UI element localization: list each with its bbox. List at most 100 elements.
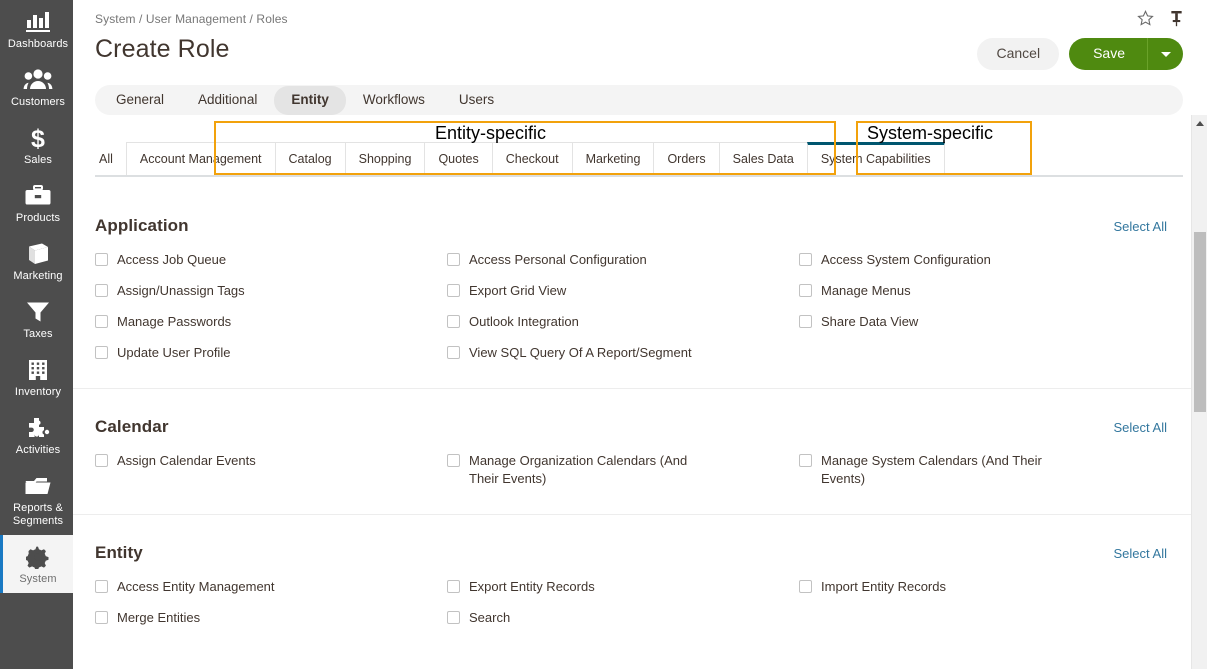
checkbox-icon[interactable] [447,253,460,266]
permission-checkbox-row[interactable]: Search [447,609,799,627]
breadcrumb-text: System / User Management / Roles [95,12,288,26]
main-sidebar: Dashboards Customers $ Sales Products Marketi… [0,0,73,669]
sidebar-item-label: System [19,573,57,585]
checkbox-icon[interactable] [799,580,812,593]
application-window: Dashboards Customers $ Sales Products Marketi… [0,0,1207,669]
entity-subtab-area: All Account Management Catalog Shopping Quot… [95,115,1183,177]
checkbox-icon[interactable] [447,346,460,359]
permission-checkbox-row[interactable]: Outlook Integration [447,313,799,331]
subtab-quotes[interactable]: Quotes [424,142,493,176]
permission-checkbox-row[interactable]: Export Entity Records [447,578,799,596]
checkbox-icon[interactable] [95,284,108,297]
checkbox-icon[interactable] [447,454,460,467]
permission-checkbox-row[interactable]: Share Data View [799,313,1167,331]
checkbox-icon[interactable] [799,454,812,467]
checkbox-grid: Assign Calendar Events Manage Organizatio… [95,437,1167,514]
subtab-shopping[interactable]: Shopping [344,142,426,176]
tab-general[interactable]: General [99,86,181,115]
vertical-scrollbar[interactable] [1191,115,1207,669]
sidebar-item-customers[interactable]: Customers [0,58,73,116]
permission-checkbox-row[interactable]: Manage Passwords [95,313,447,331]
permission-label: Manage Passwords [117,314,232,329]
sidebar-item-label: Reports & Segments [12,502,64,527]
permission-label: Assign/Unassign Tags [117,283,245,298]
select-all-link[interactable]: Select All [1114,546,1167,561]
caret-up-icon [1195,121,1204,126]
subtab-orders[interactable]: Orders [653,142,720,176]
tab-additional[interactable]: Additional [181,86,274,115]
checkbox-icon[interactable] [799,315,812,328]
tab-workflows[interactable]: Workflows [346,86,442,115]
permission-checkbox-row[interactable]: Assign Calendar Events [95,452,447,488]
subtab-marketing[interactable]: Marketing [571,142,655,176]
permission-label: Access System Configuration [821,252,991,267]
permission-label: Update User Profile [117,345,231,360]
permission-label: Assign Calendar Events [117,453,256,468]
tab-entity[interactable]: Entity [274,85,346,115]
permission-checkbox-row[interactable]: Export Grid View [447,282,799,300]
sidebar-item-label: Inventory [14,386,62,398]
subtab-system-capabilities[interactable]: System Capabilities [806,142,945,176]
permission-checkbox-row[interactable]: Access Personal Configuration [447,251,799,269]
checkbox-icon[interactable] [95,315,108,328]
section-header: Calendar Select All [95,389,1167,437]
checkbox-icon[interactable] [95,611,108,624]
bar-chart-icon [5,9,71,35]
select-all-link[interactable]: Select All [1114,219,1167,234]
scrollbar-thumb[interactable] [1194,232,1206,412]
pin-icon[interactable] [1169,10,1184,27]
checkbox-icon[interactable] [447,611,460,624]
subtab-all[interactable]: All [95,143,127,176]
permission-label: Manage Organization Calendars (And Their… [469,453,688,486]
permission-checkbox-row[interactable]: Update User Profile [95,344,447,362]
subtab-underline [95,175,1183,177]
sidebar-item-inventory[interactable]: Inventory [0,348,73,406]
subtab-sales-data[interactable]: Sales Data [718,142,808,176]
checkbox-icon[interactable] [799,253,812,266]
checkbox-icon[interactable] [95,253,108,266]
star-icon[interactable] [1137,10,1154,27]
subtab-account-management[interactable]: Account Management [125,142,276,176]
permission-section: Calendar Select All Assign Calendar Events… [73,389,1191,515]
permission-checkbox-row[interactable]: Assign/Unassign Tags [95,282,447,300]
sidebar-item-dashboards[interactable]: Dashboards [0,0,73,58]
subtab-checkout[interactable]: Checkout [491,142,573,176]
permission-label: Export Grid View [469,283,567,298]
book-icon [5,241,71,267]
chevron-down-icon [1160,51,1171,57]
permission-checkbox-row[interactable]: Access System Configuration [799,251,1167,269]
funnel-icon [5,299,71,325]
subtab-catalog[interactable]: Catalog [274,142,346,176]
permission-checkbox-row[interactable]: Access Job Queue [95,251,447,269]
checkbox-grid: Access Job Queue Access Personal Configur… [95,236,1167,388]
permission-checkbox-row[interactable]: Merge Entities [95,609,447,627]
scroll-up-button[interactable] [1192,115,1207,132]
checkbox-icon[interactable] [447,284,460,297]
sidebar-item-products[interactable]: Products [0,174,73,232]
sidebar-item-activities[interactable]: Activities [0,406,73,464]
save-options-button[interactable] [1147,38,1183,70]
checkbox-icon[interactable] [95,580,108,593]
checkbox-icon[interactable] [95,346,108,359]
sidebar-item-system[interactable]: System [0,535,73,593]
permission-checkbox-row[interactable]: Manage Menus [799,282,1167,300]
select-all-link[interactable]: Select All [1114,420,1167,435]
checkbox-icon[interactable] [799,284,812,297]
checkbox-icon[interactable] [447,580,460,593]
checkbox-icon[interactable] [95,454,108,467]
permission-checkbox-row[interactable]: View SQL Query Of A Report/Segment [447,344,799,362]
checkbox-icon[interactable] [447,315,460,328]
permission-checkbox-row[interactable]: Import Entity Records [799,578,1167,596]
permission-checkbox-row[interactable]: Access Entity Management [95,578,447,596]
save-button[interactable]: Save [1069,38,1147,70]
dollar-icon: $ [5,125,71,151]
cancel-button[interactable]: Cancel [977,38,1060,70]
sidebar-item-taxes[interactable]: Taxes [0,290,73,348]
sidebar-item-sales[interactable]: $ Sales [0,116,73,174]
permission-checkbox-row[interactable]: Manage System Calendars (And Their Event… [799,452,1167,488]
sidebar-item-label: Taxes [23,328,53,340]
sidebar-item-reports-segments[interactable]: Reports & Segments [0,464,73,535]
tab-users[interactable]: Users [442,86,511,115]
permission-checkbox-row[interactable]: Manage Organization Calendars (And Their… [447,452,799,488]
sidebar-item-marketing[interactable]: Marketing [0,232,73,290]
